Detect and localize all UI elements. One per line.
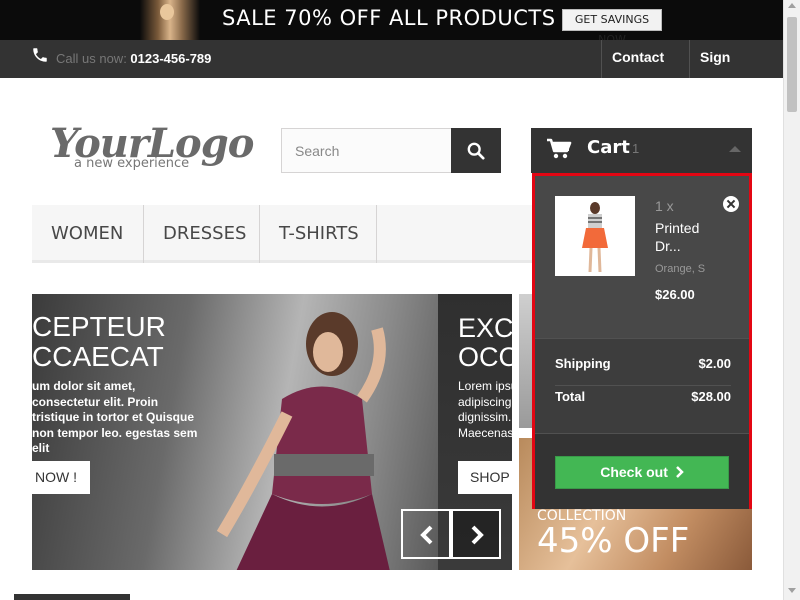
search-button[interactable] [451,128,501,173]
cart-count: 1 [632,141,640,156]
scroll-down-arrow-icon[interactable] [788,588,796,593]
total-label: Total [555,389,586,404]
menu-item-dresses[interactable]: DRESSES [144,205,260,263]
checkout-label: Check out [600,464,668,480]
slide-2-shop-button[interactable]: SHOP [458,461,512,494]
product-name[interactable]: Printed Dr... [655,219,715,255]
total-row: Total $28.00 [555,389,731,419]
banner-model-image [140,0,200,40]
menu-item-tshirts[interactable]: T-SHIRTS [260,205,377,263]
call-prefix: Call us now: [56,51,131,66]
shopping-cart-icon [547,138,572,159]
search-icon [467,142,485,160]
phone-icon [33,48,47,62]
chevron-right-icon [471,525,484,545]
contact-us-link[interactable]: Contact us [601,40,689,99]
sign-in-link[interactable]: Sign in [689,40,754,99]
call-us-text: Call us now: 0123-456-789 [56,51,211,66]
cart-button[interactable]: Cart 1 [531,128,752,173]
page: SALE 70% OFF ALL PRODUCTS GET SAVINGS NO… [0,0,800,600]
side-banner-discount: 45% OFF [537,521,690,561]
product-quantity: 1 x [655,198,674,214]
site-logo[interactable]: YourLogo a new experience [46,118,254,178]
chevron-right-icon [675,466,684,478]
shipping-value: $2.00 [698,356,731,371]
slide-1-shop-button[interactable]: NOW ! [32,461,90,494]
scroll-up-arrow-icon[interactable] [788,3,796,8]
menu-item-women[interactable]: WOMEN [32,205,144,263]
product-price: $26.00 [655,287,695,302]
promo-banner[interactable]: SALE 70% OFF ALL PRODUCTS GET SAVINGS NO… [0,0,783,40]
slide-model-image [216,312,390,570]
cart-dropdown: 1 x Printed Dr... Orange, S $26.00 Shipp… [532,173,752,509]
bottom-tab [14,594,130,600]
cart-label: Cart [587,137,630,158]
caret-up-icon [729,146,741,152]
search-input[interactable] [281,128,452,173]
slide-2-title: EXC OCC [458,313,512,372]
product-thumbnail[interactable] [555,196,635,276]
checkout-button[interactable]: Check out [555,456,729,489]
shipping-label: Shipping [555,356,611,371]
cart-totals: Shipping $2.00 Total $28.00 [535,338,749,433]
remove-item-icon[interactable] [723,196,739,212]
total-value: $28.00 [691,389,731,404]
slide-1-text: um dolor sit amet, consectetur elit. Pro… [32,379,198,455]
slide-1-title: CEPTEUR CCAECAT [32,311,166,372]
slider-next-button[interactable] [451,509,501,559]
product-attributes: Orange, S [655,263,706,275]
cart-actions: Check out [535,433,749,509]
slider-slide-1[interactable]: CEPTEUR CCAECAT um dolor sit amet, conse… [32,294,438,570]
scroll-thumb[interactable] [787,17,797,112]
get-savings-button[interactable]: GET SAVINGS NOW [562,9,662,40]
product-image [582,202,608,273]
banner-text: SALE 70% OFF ALL PRODUCTS [222,6,556,30]
slider-prev-button[interactable] [401,509,451,559]
cart-product-row: 1 x Printed Dr... Orange, S $26.00 [535,176,749,338]
logo-tagline: a new experience [74,156,190,171]
chevron-left-icon [420,525,433,545]
shipping-row: Shipping $2.00 [555,356,731,386]
slide-2-text: Lorem ipsu adipiscing dignissim. Maecena… [458,379,512,440]
page-scrollbar[interactable] [783,0,800,600]
phone-number: 0123-456-789 [130,51,212,66]
